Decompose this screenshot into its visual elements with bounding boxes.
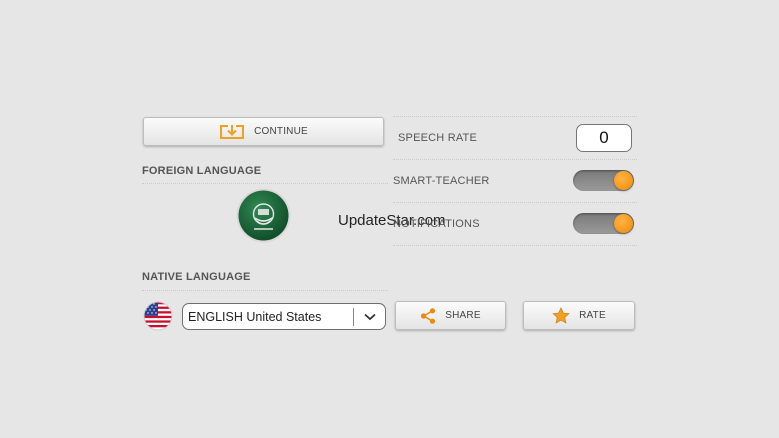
- foreign-language-title: FOREIGN LANGUAGE: [142, 165, 262, 177]
- divider: [393, 116, 637, 117]
- toggle-knob: [614, 214, 633, 233]
- divider: [393, 202, 637, 203]
- star-icon: [552, 307, 570, 324]
- speech-rate-label: SPEECH RATE: [398, 132, 478, 144]
- share-icon: [420, 307, 436, 324]
- smart-teacher-label: SMART-TEACHER: [393, 175, 490, 187]
- divider: [142, 290, 388, 291]
- arab-league-flag-icon[interactable]: [236, 188, 291, 243]
- native-language-value: ENGLISH United States: [188, 309, 322, 324]
- native-language-select[interactable]: ENGLISH United States: [182, 303, 386, 330]
- toggle-knob: [614, 171, 633, 190]
- divider: [393, 245, 637, 246]
- rate-label: RATE: [579, 310, 606, 321]
- notifications-label: NOTIFICATIONS: [393, 218, 480, 230]
- speech-rate-field[interactable]: 0: [576, 124, 632, 152]
- native-language-title: NATIVE LANGUAGE: [142, 271, 251, 283]
- download-tray-icon: [219, 124, 245, 140]
- rate-button[interactable]: RATE: [523, 301, 635, 330]
- divider: [393, 159, 637, 160]
- continue-label: CONTINUE: [254, 126, 308, 137]
- divider: [142, 183, 388, 184]
- chevron-down-icon: [354, 313, 385, 321]
- continue-button[interactable]: CONTINUE: [143, 117, 384, 146]
- smart-teacher-toggle[interactable]: [573, 170, 634, 191]
- share-label: SHARE: [445, 310, 481, 321]
- share-button[interactable]: SHARE: [395, 301, 506, 330]
- notifications-toggle[interactable]: [573, 213, 634, 234]
- us-flag-icon: [143, 301, 173, 331]
